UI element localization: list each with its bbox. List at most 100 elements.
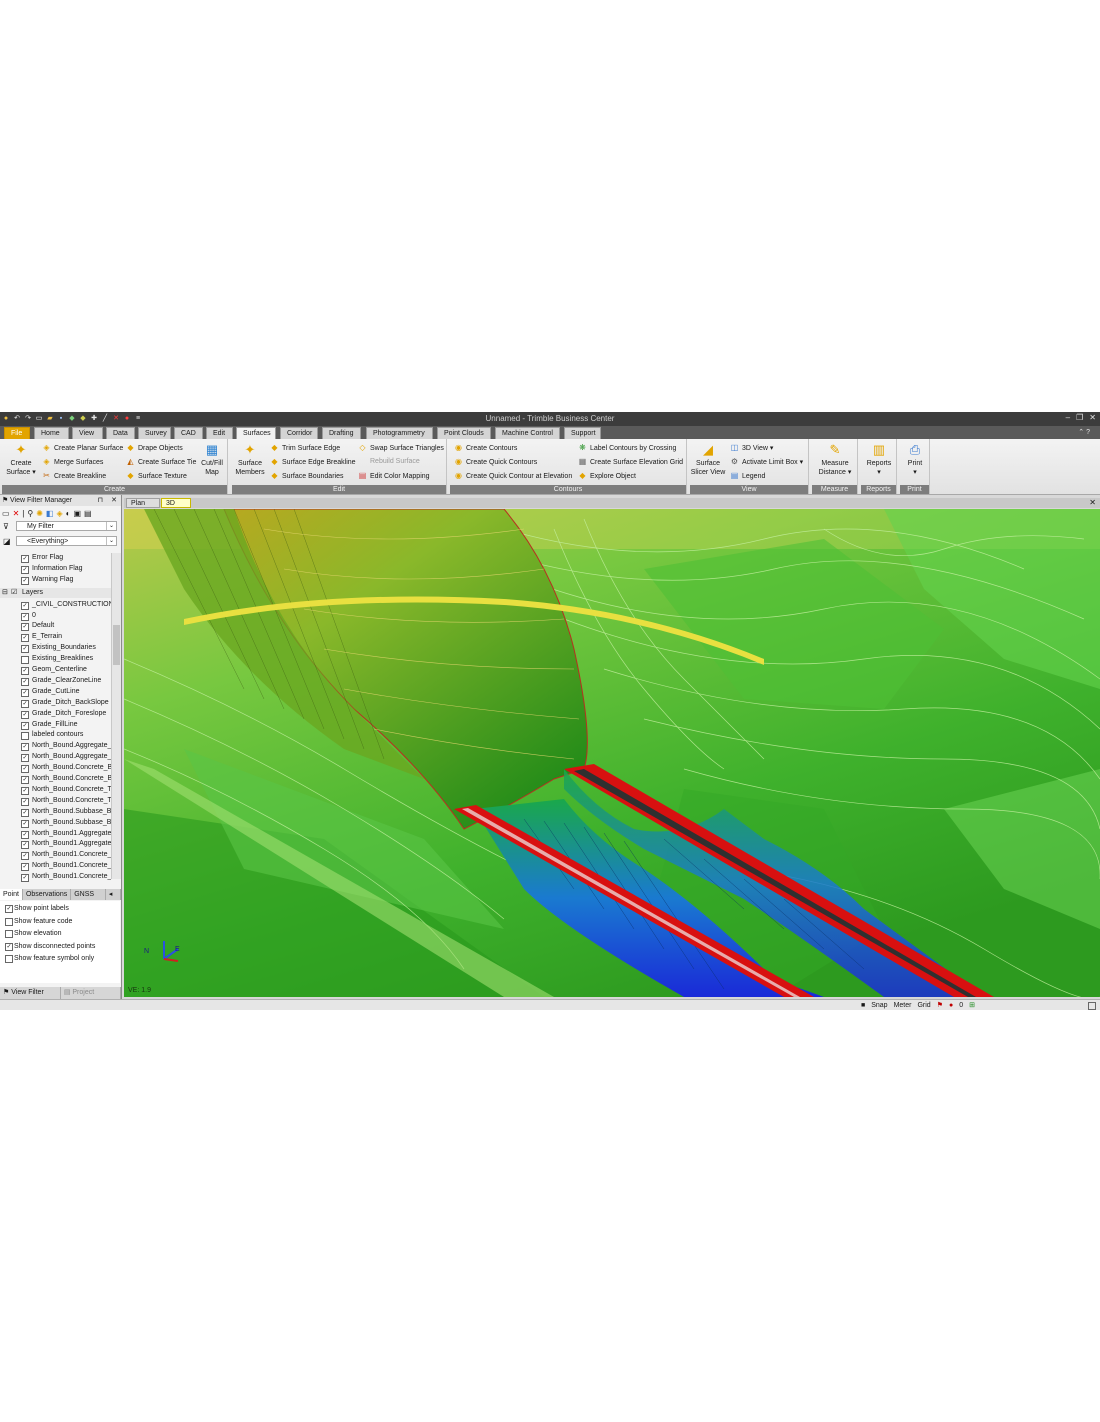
- layer-row[interactable]: ✓ 0: [21, 611, 111, 621]
- checkbox[interactable]: ✓: [21, 808, 29, 817]
- collapse-icon[interactable]: ⊟: [2, 588, 8, 598]
- layer-row[interactable]: ✓ North_Bound1.Aggregate: [21, 839, 111, 850]
- checkbox[interactable]: ✓: [21, 623, 29, 632]
- checkbox[interactable]: ✓: [21, 786, 29, 795]
- layer-row[interactable]: ✓ Grade_FillLine: [21, 720, 111, 730]
- tree-scrollbar[interactable]: [111, 553, 121, 879]
- scrollbar-thumb[interactable]: [113, 625, 120, 665]
- layers-header[interactable]: ⊟ ☑ Layers: [0, 587, 111, 598]
- filter-icon[interactable]: ⚲: [27, 509, 33, 518]
- cut-fill-map-button[interactable]: ▦ Cut/Fill Map: [198, 443, 226, 477]
- filter-select[interactable]: My Filter ⌄: [16, 521, 117, 531]
- chevron-down-icon[interactable]: ⌄: [106, 537, 116, 545]
- merge-surfaces-button[interactable]: ◈ Merge Surfaces: [42, 456, 103, 467]
- reports-button[interactable]: ▥ Reports ▾: [863, 443, 895, 477]
- tab-file[interactable]: File: [4, 427, 30, 439]
- minimize-icon[interactable]: –: [1066, 413, 1070, 422]
- layer-row[interactable]: ✓ Default: [21, 621, 111, 632]
- checkbox[interactable]: ✓: [21, 576, 29, 585]
- flag-row[interactable]: ✓ Warning Flag: [21, 575, 111, 585]
- panel-close-icon[interactable]: ✕: [111, 495, 117, 506]
- elevation-grid-button[interactable]: ▦ Create Surface Elevation Grid: [578, 456, 683, 467]
- checkbox[interactable]: ✓: [21, 765, 29, 774]
- checkbox[interactable]: ✓: [21, 710, 29, 719]
- layer-row[interactable]: labeled contours: [21, 730, 111, 741]
- tab-plan-view[interactable]: Plan View: [126, 498, 160, 517]
- new-filter-icon[interactable]: ▭: [2, 509, 10, 518]
- tab-observations[interactable]: Observations: [22, 889, 72, 900]
- flag-row[interactable]: ✓ Information Flag: [21, 564, 111, 574]
- tab-edit[interactable]: Edit: [206, 427, 233, 439]
- tab-survey[interactable]: Survey: [138, 427, 171, 439]
- checkbox[interactable]: [5, 917, 13, 926]
- legend-button[interactable]: ▤ Legend: [730, 470, 766, 481]
- tab-scroll-arrows[interactable]: ◂ ▸: [105, 889, 121, 909]
- tab-photogrammetry[interactable]: Photogrammetry: [366, 427, 433, 439]
- layer-row[interactable]: ✓ North_Bound.Concrete_B: [21, 763, 111, 774]
- snap-toggle[interactable]: Snap: [871, 1000, 887, 1010]
- tab-drafting[interactable]: Drafting: [322, 427, 361, 439]
- tab-surfaces[interactable]: Surfaces: [236, 427, 276, 439]
- checkbox[interactable]: ✓: [5, 942, 13, 951]
- layer-row[interactable]: ✓ North_Bound1.Concrete_: [21, 861, 111, 872]
- tab-project-explorer[interactable]: ▤ Project Explor...: [61, 987, 121, 1008]
- tab-home[interactable]: Home: [34, 427, 69, 439]
- tab-gnss[interactable]: GNSS Da: [71, 889, 106, 909]
- ribbon-collapse-icon[interactable]: ⌃ ?: [1078, 428, 1090, 436]
- delete-filter-icon[interactable]: ✕: [13, 509, 20, 518]
- network-icon[interactable]: ⊞: [969, 1000, 975, 1010]
- resize-grip-icon[interactable]: [1088, 1002, 1096, 1010]
- checkbox[interactable]: ✓: [21, 841, 29, 850]
- paint-icon[interactable]: ◐: [66, 509, 71, 518]
- layer-row[interactable]: ✓ _CIVIL_CONSTRUCTION: [21, 600, 111, 610]
- layer-row[interactable]: ✓ North_Bound1.Concrete_: [21, 872, 111, 883]
- flag-icon[interactable]: ⚑: [937, 1000, 943, 1010]
- units-indicator[interactable]: Meter: [894, 1000, 912, 1010]
- checkbox[interactable]: ✓: [21, 699, 29, 708]
- layer-row[interactable]: ✓ Grade_Ditch_BackSlope: [21, 698, 111, 708]
- checkbox[interactable]: ✓: [21, 645, 29, 654]
- checkbox[interactable]: ✓: [21, 863, 29, 872]
- grid-toggle[interactable]: Grid: [917, 1000, 930, 1010]
- checkbox[interactable]: ✓: [21, 601, 29, 610]
- layer-row[interactable]: ✓ Grade_Ditch_Foreslope: [21, 709, 111, 719]
- layer-row[interactable]: ✓ North_Bound.Subbase_B: [21, 818, 111, 828]
- checkbox[interactable]: ✓: [21, 565, 29, 574]
- layer-row[interactable]: ✓ Grade_CutLine: [21, 687, 111, 697]
- surface-texture-button[interactable]: ◆ Surface Texture: [126, 470, 186, 481]
- checkbox[interactable]: ✓: [21, 612, 29, 621]
- layer-row[interactable]: ✓ North_Bound.Aggregate_: [21, 741, 111, 752]
- close-icon[interactable]: ✕: [1089, 413, 1096, 422]
- restore-icon[interactable]: ❐: [1076, 413, 1083, 422]
- checkbox[interactable]: ✓: [21, 667, 29, 675]
- edit-color-mapping-button[interactable]: ▤ Edit Color Mapping: [358, 470, 430, 481]
- measure-distance-button[interactable]: ✎ Measure Distance ▾: [814, 443, 856, 477]
- checkbox[interactable]: ✓: [21, 555, 29, 563]
- flag-row[interactable]: ✓ Error Flag: [21, 553, 111, 563]
- checkbox[interactable]: ✓: [21, 743, 29, 752]
- surface-members-button[interactable]: ✦ Surface Members: [234, 443, 266, 477]
- tab-3d-view[interactable]: 3D View: [161, 498, 191, 517]
- 3d-viewport[interactable]: N E VE: 1.9: [124, 509, 1100, 997]
- layer-row[interactable]: ✓ Geom_Centerline: [21, 665, 111, 675]
- tab-view-filter-manager[interactable]: ⚑ View Filter Ma...: [0, 987, 61, 1008]
- tab-data[interactable]: Data: [106, 427, 135, 439]
- layer-row[interactable]: ✓ Grade_ClearZoneLine: [21, 676, 111, 686]
- create-surface-button[interactable]: ✦ Create Surface ▾: [6, 443, 36, 477]
- scope-select[interactable]: <Everything> ⌄: [16, 536, 117, 546]
- checkbox[interactable]: ✓: [21, 754, 29, 763]
- checkbox[interactable]: ✓: [21, 797, 29, 806]
- layer-row[interactable]: ✓ North_Bound1.Concrete_: [21, 850, 111, 861]
- 3d-view-button[interactable]: ◫ 3D View ▾: [730, 442, 774, 453]
- checkbox[interactable]: ✓: [21, 819, 29, 828]
- layer-row[interactable]: ✓ North_Bound.Aggregate_: [21, 752, 111, 763]
- checkbox[interactable]: ✓: [21, 830, 29, 839]
- quick-contour-elevation-button[interactable]: ◉ Create Quick Contour at Elevation: [454, 470, 572, 481]
- layer-row[interactable]: ✓ North_Bound1.Aggregate: [21, 829, 111, 839]
- checkbox[interactable]: [5, 930, 13, 939]
- checkbox[interactable]: ✓: [21, 721, 29, 730]
- drape-objects-button[interactable]: ◆ Drape Objects: [126, 442, 182, 453]
- label-contours-button[interactable]: ❋ Label Contours by Crossing: [578, 442, 676, 453]
- tab-point[interactable]: Point: [0, 889, 23, 900]
- tab-cad[interactable]: CAD: [174, 427, 203, 439]
